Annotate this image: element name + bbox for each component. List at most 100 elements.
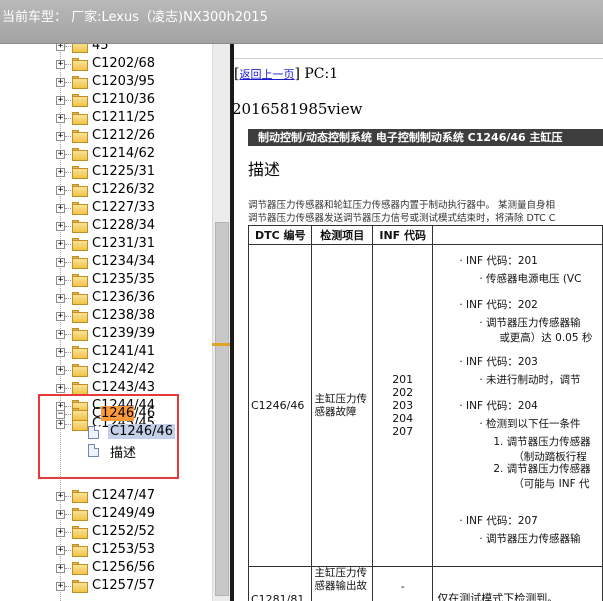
description-title: 描述 [248, 160, 281, 179]
folder-icon [72, 44, 88, 53]
expand-icon[interactable]: + [56, 528, 65, 537]
expand-icon[interactable]: + [56, 60, 65, 69]
inf-code: 201 [392, 373, 414, 386]
content-pane: [返回上一页] PC:1 2016581985view 制动控制/动态控制系统 … [234, 44, 603, 601]
folder-icon [72, 364, 88, 377]
tree-connector [65, 316, 71, 317]
inf-code: 202 [392, 386, 414, 399]
expand-icon[interactable]: + [56, 492, 65, 501]
inf-code: 204 [392, 412, 414, 425]
tree-item-label: C1241/41 [92, 344, 156, 359]
tree-connector [65, 136, 71, 137]
tree-connector [65, 568, 71, 569]
folder-icon [72, 508, 88, 521]
folder-icon [72, 562, 88, 575]
condition-detail: 仅在测试模式下检测到。 [432, 566, 603, 601]
tree-item-label: C1243/43 [92, 380, 156, 395]
expand-icon[interactable]: + [56, 204, 65, 213]
tree-connector [65, 370, 71, 371]
detail-line: 2. 调节器压力传感器 [493, 463, 591, 475]
folder-icon [72, 184, 88, 197]
expand-icon[interactable]: + [56, 168, 65, 177]
tree-item-label: C1227/33 [92, 200, 156, 215]
tree-item-label: C1226/32 [92, 182, 156, 197]
pc-label: PC:1 [304, 66, 339, 82]
table-row: C1281/81 主缸压力传感器输出故 - 仅在测试模式下检测到。 [247, 566, 603, 601]
expand-icon[interactable]: + [56, 222, 65, 231]
expand-icon[interactable]: + [56, 366, 65, 375]
tree-item-label: C1228/34 [92, 218, 156, 233]
tree-item-label: C1242/42 [92, 362, 156, 377]
folder-icon [72, 490, 88, 503]
expand-icon[interactable]: + [56, 348, 65, 357]
back-link[interactable]: 返回上一页 [239, 68, 294, 81]
tree-connector [65, 244, 71, 245]
expand-icon[interactable]: + [56, 258, 65, 267]
folder-icon [72, 58, 88, 71]
tree-scrollbar[interactable] [212, 44, 230, 601]
tree-item-label: C1225/31 [92, 164, 156, 179]
detail-line: 或更高）达 0.05 秒 [499, 332, 593, 344]
expand-icon[interactable]: + [56, 276, 65, 285]
expand-icon[interactable]: + [56, 546, 65, 555]
expand-icon[interactable]: + [56, 582, 65, 591]
detection-item: 主缸压力传感器故障 [311, 244, 374, 567]
tree-connector [65, 190, 71, 191]
folder-icon [72, 76, 88, 89]
tree-connector [65, 46, 71, 47]
tree-item-label: C1234/34 [92, 254, 156, 269]
expand-icon[interactable]: + [56, 240, 65, 249]
expand-icon[interactable]: + [56, 150, 65, 159]
header-detection-item: 检测项目 [311, 225, 374, 245]
tree-connector [65, 388, 71, 389]
tree-connector [65, 262, 71, 263]
folder-icon [72, 130, 88, 143]
detail-line: · 未进行制动时，调节 [479, 374, 581, 386]
tree-connector [65, 172, 71, 173]
inf-codes: 201 202 203 204 207 [372, 244, 434, 567]
highlight-annotation-box [38, 394, 179, 479]
folder-icon [72, 580, 88, 593]
dtc-tree[interactable]: + 45 + C1202/68 + C1203/95 + C1210/36 + C1211/2… [0, 44, 212, 601]
detail-line: · 检测到以下任一条件 [479, 418, 581, 430]
expand-icon[interactable]: + [56, 312, 65, 321]
inf-code: 203 [392, 399, 414, 412]
tree-connector [65, 82, 71, 83]
detail-line: · INF 代码：202 [459, 299, 538, 311]
pc-line: [返回上一页] PC:1 [234, 66, 339, 82]
expand-icon[interactable]: + [56, 96, 65, 105]
detail-line: · INF 代码：207 [459, 515, 538, 527]
expand-icon[interactable]: + [56, 132, 65, 141]
dtc-code: C1281/81 [247, 566, 313, 601]
folder-icon [72, 328, 88, 341]
folder-icon [72, 256, 88, 269]
tree-item-label: C1210/36 [92, 92, 156, 107]
condition-detail: · INF 代码：201 · 传感器电源电压 (VC · INF 代码：202 … [432, 244, 603, 567]
vehicle-title: 当前车型： 厂家:Lexus（凌志)NX300h2015 [2, 10, 268, 25]
expand-icon[interactable]: + [56, 44, 65, 51]
folder-icon [72, 292, 88, 305]
tree-item-label: C1235/35 [92, 272, 156, 287]
detection-item: 主缸压力传感器输出故 [311, 566, 374, 601]
expand-icon[interactable]: + [56, 78, 65, 87]
inf-code: 207 [392, 425, 414, 438]
tree-item-label: C1211/25 [92, 110, 156, 125]
expand-icon[interactable]: + [56, 294, 65, 303]
expand-icon[interactable]: + [56, 384, 65, 393]
expand-icon[interactable]: + [56, 564, 65, 573]
tree-item-label: C1214/62 [92, 146, 156, 161]
description-paragraph: 调节器压力传感器和轮缸压力传感器内置于制动执行器中。 某测量自身相 调节器压力传… [248, 199, 603, 225]
folder-icon [72, 112, 88, 125]
paragraph-line: 调节器压力传感器发送调节器压力信号或测试模式结束时，将清除 DTC C [248, 213, 556, 224]
splitter-grip[interactable] [212, 343, 232, 346]
expand-icon[interactable]: + [56, 186, 65, 195]
tree-item-label: C1252/52 [92, 524, 156, 539]
expand-icon[interactable]: + [56, 114, 65, 123]
folder-icon [72, 526, 88, 539]
scrollbar-thumb[interactable] [215, 222, 229, 596]
detail-line: · 调节器压力传感器输 [479, 317, 581, 329]
expand-icon[interactable]: + [56, 510, 65, 519]
tree-item-label: C1238/38 [92, 308, 156, 323]
tree-item-label: 45 [92, 44, 109, 53]
expand-icon[interactable]: + [56, 330, 65, 339]
